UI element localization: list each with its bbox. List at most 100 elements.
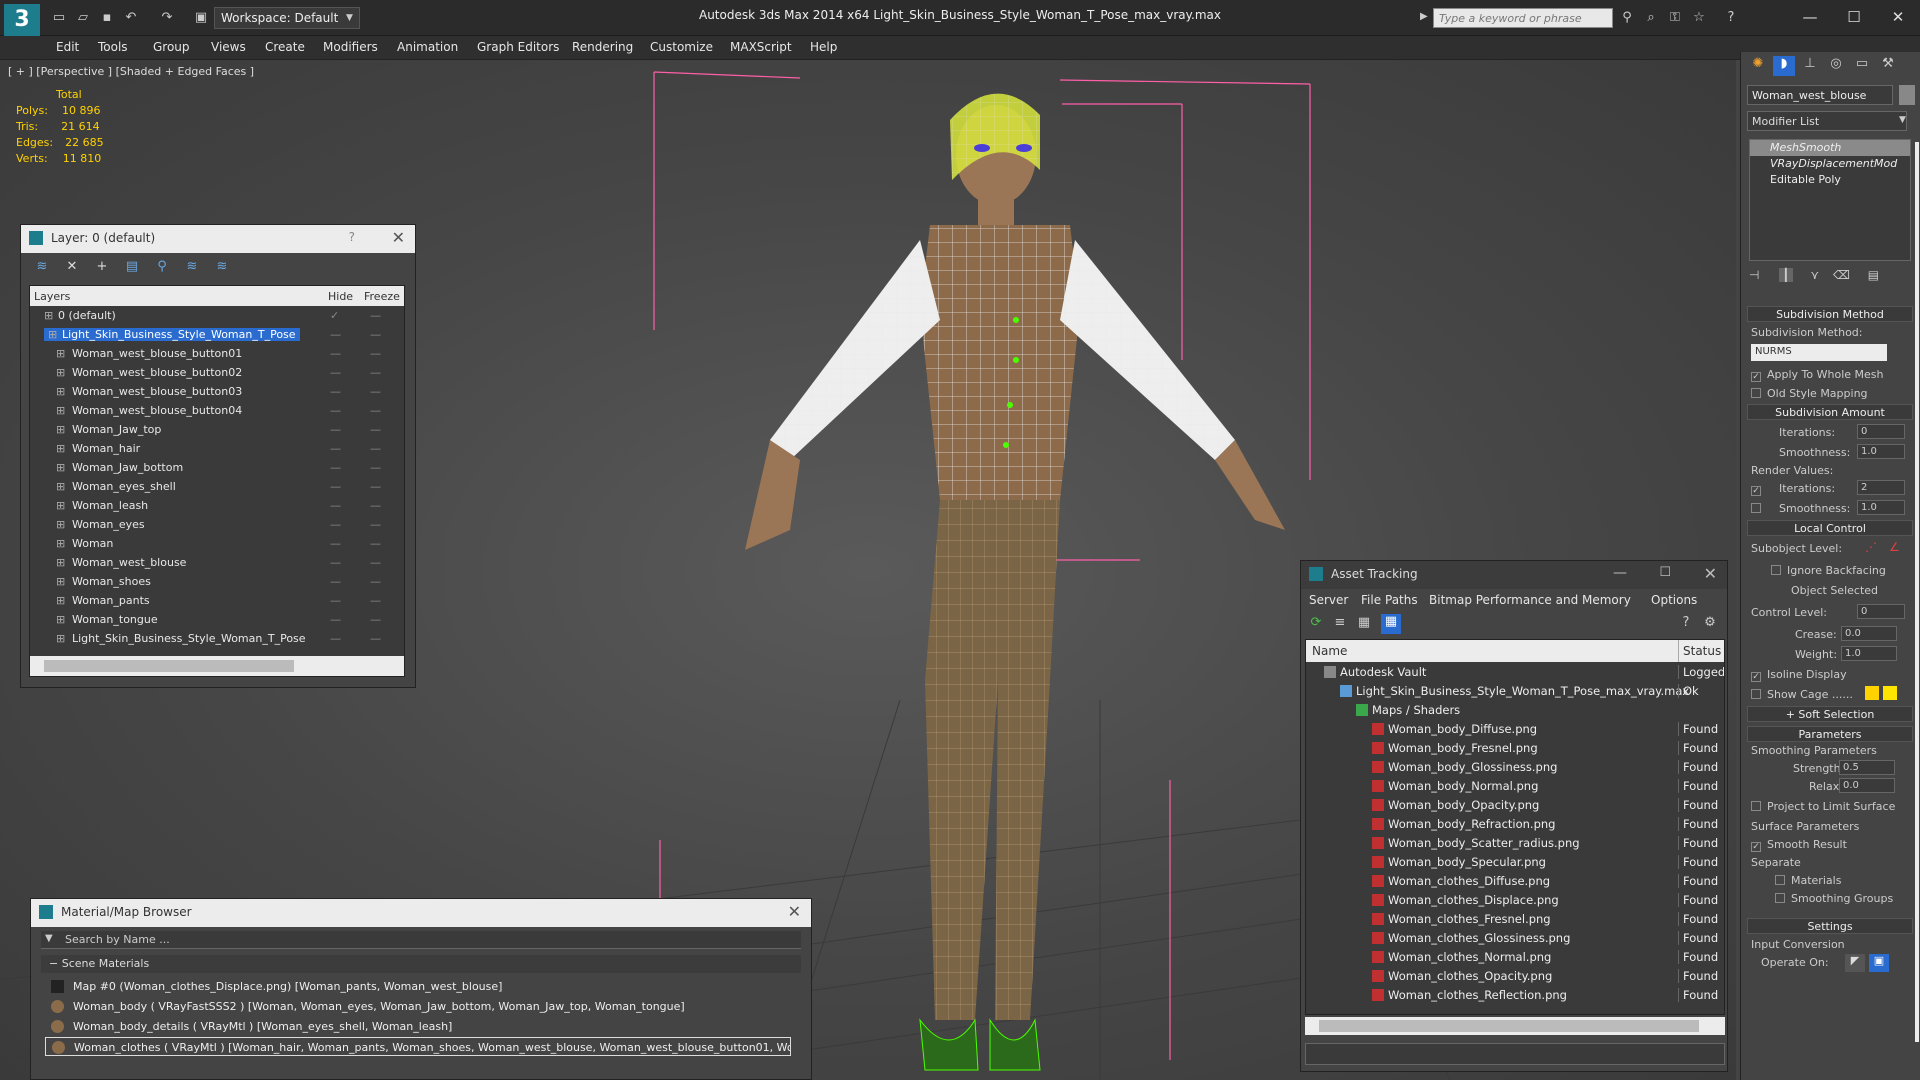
command-panel-scrollbar[interactable] [1915,142,1919,1042]
freeze-toggle-icon[interactable]: — [370,480,381,493]
layer-row[interactable]: ⊞ Woman_west_blouse_button03 — — [30,382,404,401]
material-item[interactable]: Woman_body ( VRayFastSSS2 ) [Woman, Woma… [45,997,791,1016]
asset-row[interactable]: Woman_clothes_Diffuse.png Found [1306,871,1724,890]
layer-row[interactable]: ⊞ Woman_pants — — [30,591,404,610]
menu-tools[interactable]: Tools [98,40,128,54]
undo-icon[interactable]: ↶ [122,9,140,27]
material-item[interactable]: Woman_clothes ( VRayMtl ) [Woman_hair, W… [45,1037,791,1056]
layer-row[interactable]: ⊞ Woman_west_blouse — — [30,553,404,572]
maximize-icon[interactable]: ☐ [1659,565,1671,580]
freeze-toggle-icon[interactable]: — [370,347,381,360]
asset-row[interactable]: Woman_body_Glossiness.png Found [1306,757,1724,776]
scene-materials-section[interactable]: − Scene Materials [41,955,801,973]
hide-toggle-icon[interactable]: — [330,442,341,455]
list-view-icon[interactable]: ≡ [1331,615,1349,631]
soft-selection-rollout[interactable]: + Soft Selection [1747,706,1913,722]
hide-toggle-icon[interactable]: — [330,537,341,550]
asset-row[interactable]: Woman_body_Fresnel.png Found [1306,738,1724,757]
key-icon[interactable]: ⚿ [1666,9,1684,27]
hide-toggle-icon[interactable]: — [330,518,341,531]
layer-panel-header[interactable]: Layer: 0 (default) ? ✕ [21,225,415,253]
pin-stack-icon[interactable]: ⊣ [1749,268,1759,282]
asset-row[interactable]: Woman_clothes_Normal.png Found [1306,947,1724,966]
help-icon[interactable]: ? [349,230,355,244]
hide-toggle-icon[interactable]: — [330,366,341,379]
options-dropdown-icon[interactable]: ▼ [45,933,53,944]
asset-row[interactable]: Autodesk Vault Logged O [1306,662,1724,681]
hide-toggle-icon[interactable]: — [330,423,341,436]
col-freeze[interactable]: Freeze [364,290,400,303]
render-iterations-spinner[interactable]: 2 [1857,480,1905,495]
parameters-rollout[interactable]: Parameters [1747,726,1913,742]
maximize-icon[interactable]: ☐ [1832,4,1876,30]
menu-maxscript[interactable]: MAXScript [730,40,792,54]
make-unique-icon[interactable]: ⋎ [1810,268,1819,282]
asset-path-field[interactable] [1305,1043,1725,1065]
chevron-right-icon[interactable]: ▶ [1420,11,1428,22]
hierarchy-tab-icon[interactable]: ⊥ [1799,56,1821,76]
col-hide[interactable]: Hide [328,290,353,303]
minimize-icon[interactable]: — [1613,565,1627,581]
material-item[interactable]: Woman_body_details ( VRayMtl ) [Woman_ey… [45,1017,791,1036]
col-layers[interactable]: Layers [34,290,70,303]
delete-layer-icon[interactable]: ✕ [63,259,81,275]
hide-toggle-icon[interactable]: — [330,594,341,607]
layer-row[interactable]: ⊞ Woman_Jaw_top — — [30,420,404,439]
hide-toggle-icon[interactable]: — [330,385,341,398]
asset-row[interactable]: Maps / Shaders [1306,700,1724,719]
open-file-icon[interactable]: ▱ [74,9,92,27]
motion-tab-icon[interactable]: ◎ [1825,56,1847,76]
strength-spinner[interactable]: 0.5 [1839,760,1895,775]
asset-row[interactable]: Woman_body_Scatter_radius.png Found [1306,833,1724,852]
minimize-icon[interactable]: — [1788,4,1832,30]
asset-row[interactable]: Woman_body_Refraction.png Found [1306,814,1724,833]
render-smoothness-checkbox[interactable] [1751,502,1767,515]
layer-row[interactable]: ⊞ Woman_shoes — — [30,572,404,591]
hide-toggle-icon[interactable]: — [330,347,341,360]
freeze-toggle-icon[interactable]: — [370,594,381,607]
horizontal-scrollbar[interactable] [30,656,404,676]
subdivision-method-rollout[interactable]: Subdivision Method [1747,306,1913,322]
asset-row[interactable]: Woman_clothes_Glossiness.png Found [1306,928,1724,947]
viewport-label[interactable]: [ + ] [Perspective ] [Shaded + Edged Fac… [8,65,254,78]
menu-options[interactable]: Options [1651,593,1697,607]
layer-row[interactable]: ⊞ 0 (default) ✓ — [30,306,404,325]
freeze-toggle-icon[interactable]: — [370,385,381,398]
menu-create[interactable]: Create [265,40,305,54]
hide-toggle-icon[interactable]: — [330,556,341,569]
asset-row[interactable]: Woman_body_Normal.png Found [1306,776,1724,795]
render-smoothness-spinner[interactable]: 1.0 [1857,500,1905,515]
project-folder-icon[interactable]: ▣ [192,9,210,27]
layer-row[interactable]: ⊞ Woman_west_blouse_button02 — — [30,363,404,382]
apply-whole-mesh-checkbox[interactable]: ✓ Apply To Whole Mesh [1751,368,1884,382]
freeze-toggle-icon[interactable]: — [370,537,381,550]
cage-color-swatch-1[interactable] [1865,686,1879,700]
freeze-toggle-icon[interactable]: — [370,499,381,512]
asset-row[interactable]: Woman_clothes_Fresnel.png Found [1306,909,1724,928]
stack-item-meshsmooth[interactable]: MeshSmooth [1750,140,1910,156]
cage-color-swatch-2[interactable] [1883,686,1897,700]
old-style-mapping-checkbox[interactable]: Old Style Mapping [1751,387,1868,400]
menu-customize[interactable]: Customize [650,40,713,54]
freeze-toggle-icon[interactable]: — [370,309,381,322]
workspace-dropdown[interactable]: Workspace: Default [214,7,360,29]
layer-row[interactable]: ⊞ Woman_hair — — [30,439,404,458]
material-search-input[interactable]: Search by Name ... [41,931,801,949]
add-to-layer-icon[interactable]: + [93,259,111,275]
render-iterations-checkbox[interactable]: ✓ [1751,482,1767,496]
asset-row[interactable]: Woman_body_Opacity.png Found [1306,795,1724,814]
freeze-toggle-icon[interactable]: — [370,404,381,417]
modify-tab-icon[interactable]: ◗ [1773,56,1795,76]
layer-row[interactable]: ⊞ Woman_west_blouse_button01 — — [30,344,404,363]
freeze-toggle-icon[interactable]: — [370,461,381,474]
hide-toggle-icon[interactable]: — [330,632,341,645]
chevron-down-icon[interactable]: ▼ [346,7,360,29]
hide-toggle-icon[interactable]: — [330,480,341,493]
hide-toggle-icon[interactable]: — [330,461,341,474]
app-logo-icon[interactable]: 3 [4,4,40,36]
scrollbar-thumb[interactable] [44,660,294,672]
new-file-icon[interactable]: ▭ [50,9,68,27]
menu-file[interactable]: File [1361,593,1381,607]
crease-spinner[interactable]: 0.0 [1841,626,1897,641]
menu-group[interactable]: Group [153,40,190,54]
